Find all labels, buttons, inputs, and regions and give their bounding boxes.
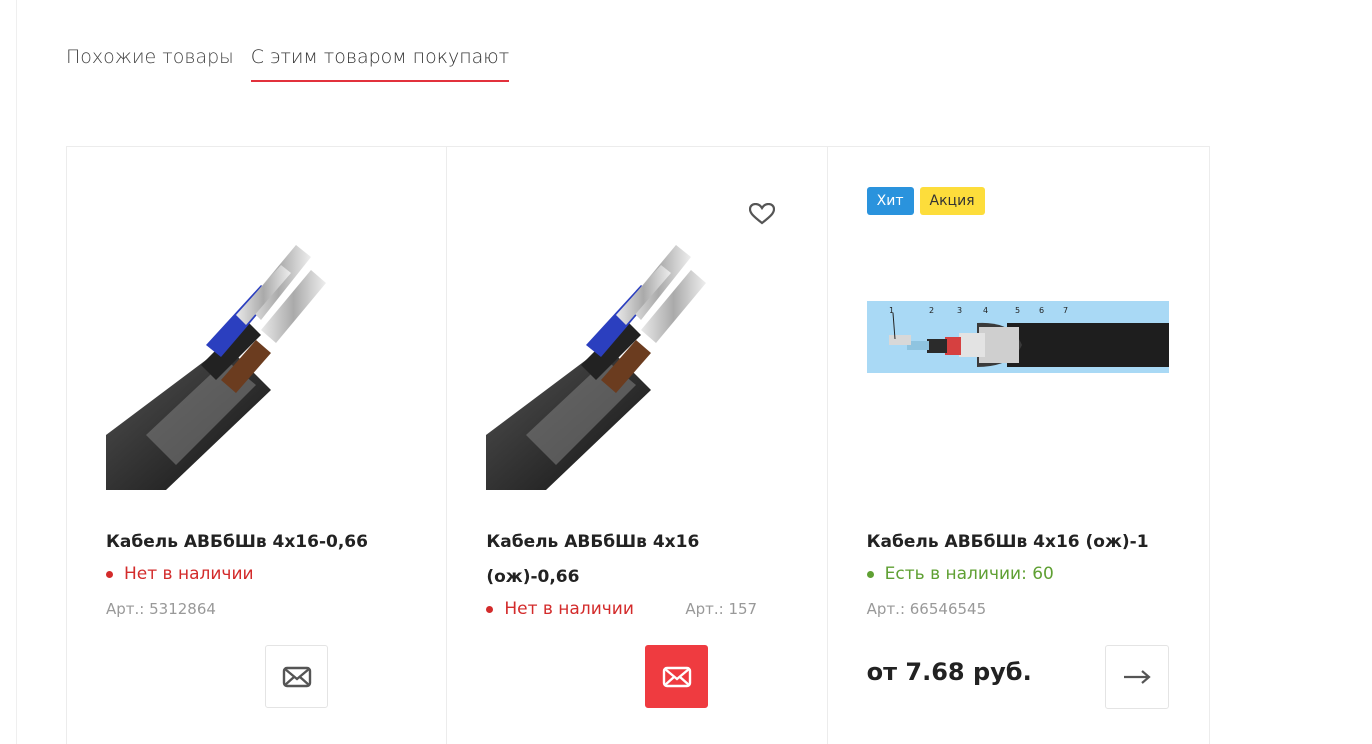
product-grid: Кабель АВБбШв 4x16-0,66 Нет в наличии Ар… xyxy=(66,146,1210,744)
product-tabs: Похожие товары С этим товаром покупают xyxy=(66,46,526,82)
cable-photo-icon xyxy=(106,245,326,490)
article-number: Арт.: 157 xyxy=(685,600,758,618)
cable-photo-icon xyxy=(486,245,707,490)
product-image[interactable] xyxy=(486,235,726,490)
product-title[interactable]: Кабель АВБбШв 4x16-0,66 xyxy=(106,525,406,560)
diagram-label: 1 xyxy=(889,306,894,315)
cable-structure-diagram-icon: 1 2 3 4 5 6 7 xyxy=(866,301,1169,373)
article-number: Арт.: 66546545 xyxy=(866,600,987,618)
favorite-button[interactable] xyxy=(748,202,775,225)
stock-status-label: Нет в наличии xyxy=(124,564,254,584)
notify-button[interactable] xyxy=(265,645,328,708)
go-to-product-button[interactable] xyxy=(1104,645,1169,709)
page-frame-edge xyxy=(16,0,17,744)
stock-status: Есть в наличии: 60 xyxy=(866,564,1054,584)
diagram-label: 5 xyxy=(1015,306,1020,315)
status-dot-icon xyxy=(106,570,113,578)
heart-icon xyxy=(748,202,775,225)
tab-similar[interactable]: Похожие товары xyxy=(66,46,234,82)
status-dot-icon xyxy=(486,605,494,613)
product-image[interactable]: 1 2 3 4 5 6 7 xyxy=(866,301,1169,373)
article-number: Арт.: 5312864 xyxy=(106,600,216,618)
stock-status: Нет в наличии xyxy=(106,564,254,584)
product-card: Хит Акция 1 2 3 4 5 6 7 Кабель АВБбШв 4x… xyxy=(828,147,1209,744)
diagram-label: 2 xyxy=(929,306,934,315)
stock-status: Нет в наличии xyxy=(486,599,634,619)
tab-bought-together[interactable]: С этим товаром покупают xyxy=(250,46,510,82)
status-dot-icon xyxy=(866,570,874,578)
product-title[interactable]: Кабель АВБбШв 4x16 (ож)-1 xyxy=(867,525,1167,560)
product-card: Кабель АВБбШв 4x16 (ож)-0,66 Нет в налич… xyxy=(447,147,828,744)
stock-status-label: Есть в наличии: 60 xyxy=(884,564,1054,584)
product-title[interactable]: Кабель АВБбШв 4x16 (ож)-0,66 xyxy=(486,525,786,595)
envelope-icon xyxy=(662,666,692,687)
notify-button[interactable] xyxy=(645,645,709,708)
diagram-label: 4 xyxy=(983,306,988,315)
diagram-label: 6 xyxy=(1039,306,1044,315)
product-price: от 7.68 руб. xyxy=(866,658,1032,686)
stock-status-label: Нет в наличии xyxy=(504,599,634,619)
product-image[interactable] xyxy=(106,235,346,490)
product-badges: Хит Акция xyxy=(866,187,985,215)
product-card: Кабель АВБбШв 4x16-0,66 Нет в наличии Ар… xyxy=(67,147,448,744)
arrow-right-icon xyxy=(1123,670,1151,684)
badge-hit: Хит xyxy=(866,187,914,215)
diagram-label: 3 xyxy=(957,306,962,315)
diagram-label: 7 xyxy=(1063,306,1068,315)
envelope-icon xyxy=(282,666,311,687)
badge-sale: Акция xyxy=(919,187,985,215)
